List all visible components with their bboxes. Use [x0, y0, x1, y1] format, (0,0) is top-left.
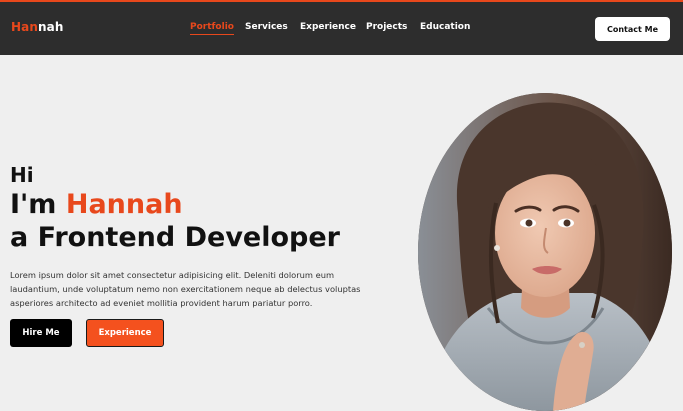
hero-role: a Frontend Developer: [10, 222, 340, 253]
navbar: Hannah Portfolio Services Experience Pro…: [0, 0, 683, 55]
profile-photo: [418, 93, 672, 411]
logo-accent: Han: [11, 20, 38, 34]
nav-link-portfolio[interactable]: Portfolio: [190, 22, 234, 35]
logo[interactable]: Hannah: [11, 20, 63, 34]
nav-link-education[interactable]: Education: [420, 22, 470, 32]
contact-me-button[interactable]: Contact Me: [595, 17, 670, 41]
hero-intro-line: I'm Hannah: [10, 189, 183, 220]
hero-name: Hannah: [65, 189, 183, 220]
logo-rest: nah: [37, 20, 64, 34]
experience-button[interactable]: Experience: [86, 319, 164, 347]
nav-link-experience[interactable]: Experience: [300, 22, 356, 32]
hire-me-button[interactable]: Hire Me: [10, 319, 72, 347]
nav-link-projects[interactable]: Projects: [366, 22, 407, 32]
hero-greeting: Hi: [10, 163, 34, 187]
hero-description: Lorem ipsum dolor sit amet consectetur a…: [10, 270, 361, 308]
nav-link-services[interactable]: Services: [245, 22, 288, 32]
hero-intro: I'm: [10, 189, 57, 220]
